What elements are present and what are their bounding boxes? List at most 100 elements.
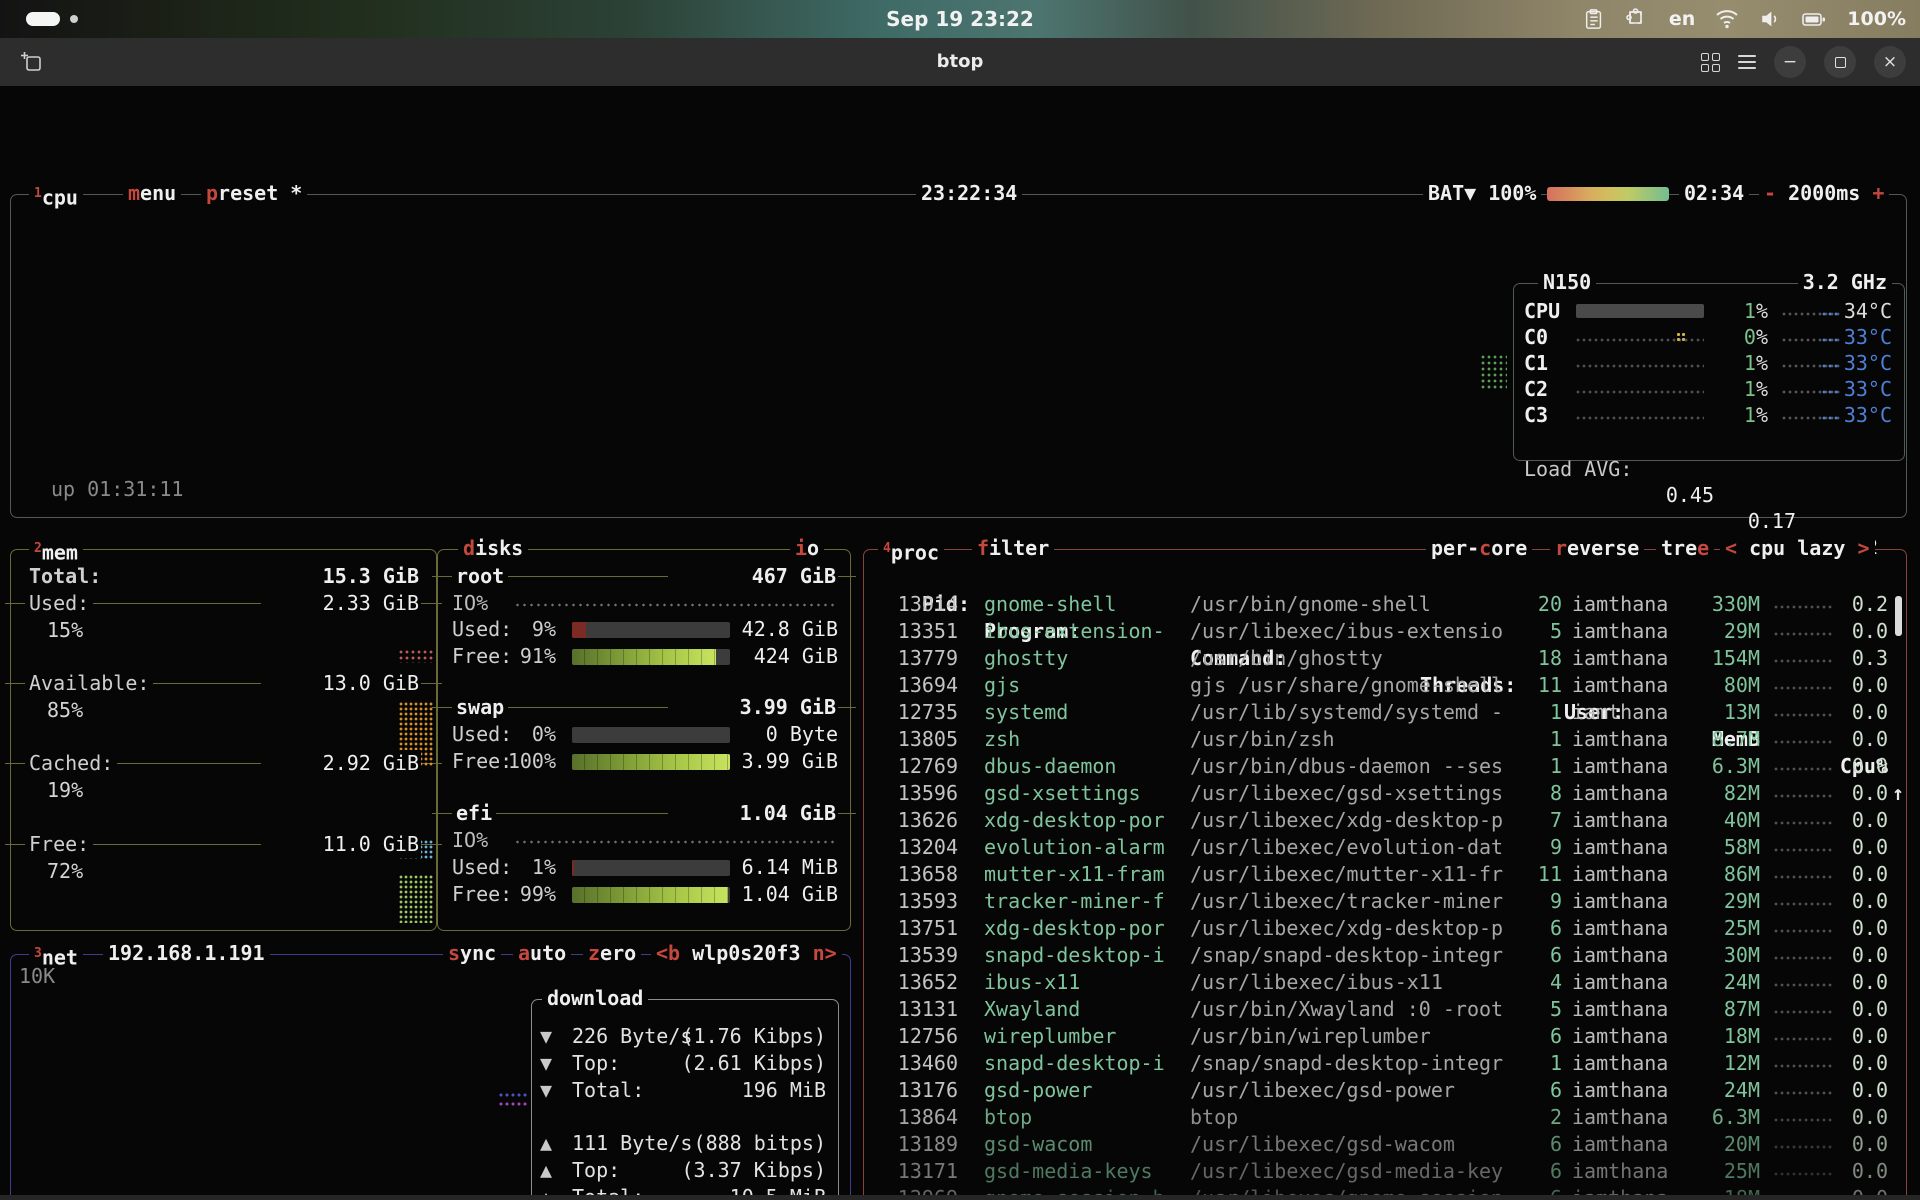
- download-stat-label: Top:: [572, 1050, 620, 1077]
- process-row[interactable]: 13596gsd-xsettings/usr/libexec/gsd-xsett…: [872, 780, 1898, 807]
- menu-hamburger-icon[interactable]: [1738, 55, 1756, 69]
- process-row[interactable]: 13460snapd-desktop-i/snap/snapd-desktop-…: [872, 1050, 1898, 1077]
- volume-icon[interactable]: [1759, 8, 1781, 30]
- cpu-core-row: C21%33°C: [1514, 376, 1904, 402]
- clipboard-icon[interactable]: [1583, 7, 1605, 31]
- process-row[interactable]: 13626xdg-desktop-por/usr/libexec/xdg-des…: [872, 807, 1898, 834]
- disk-free-percent: 100%: [498, 748, 556, 775]
- process-user: iamthana: [1572, 1077, 1668, 1104]
- process-program: ibus-x11: [984, 969, 1080, 996]
- process-command: /usr/libexec/gsd-xsettings: [1190, 780, 1503, 807]
- process-row[interactable]: 13779ghostty/usr/bin/ghostty18iamthana15…: [872, 645, 1898, 672]
- process-user: iamthana: [1572, 1131, 1668, 1158]
- process-row[interactable]: 13539snapd-desktop-i/snap/snapd-desktop-…: [872, 942, 1898, 969]
- process-user: iamthana: [1572, 807, 1668, 834]
- refresh-rate-control[interactable]: - 2000ms +: [1759, 180, 1889, 207]
- battery-icon[interactable]: [1801, 8, 1827, 30]
- process-cpu-percent: 0.0: [1808, 1077, 1888, 1104]
- process-row[interactable]: 12756wireplumber/usr/bin/wireplumber6iam…: [872, 1023, 1898, 1050]
- process-cpu-percent: 0.0: [1808, 807, 1888, 834]
- sort-column-selector[interactable]: < cpu lazy >: [1720, 535, 1875, 562]
- keyboard-layout-indicator[interactable]: en: [1669, 8, 1695, 30]
- uptime-label: up 01:31:11: [51, 476, 183, 503]
- process-threads: 1: [1482, 699, 1562, 726]
- process-row[interactable]: 13751xdg-desktop-por/usr/libexec/xdg-des…: [872, 915, 1898, 942]
- process-row[interactable]: 13171gsd-media-keys/usr/libexec/gsd-medi…: [872, 1158, 1898, 1185]
- tab-overview-icon[interactable]: [1701, 53, 1720, 72]
- download-stat-label: 226 Byte/s: [572, 1023, 692, 1050]
- process-row[interactable]: 13176gsd-power/usr/libexec/gsd-power6iam…: [872, 1077, 1898, 1104]
- process-row[interactable]: 13593tracker-miner-f/usr/libexec/tracker…: [872, 888, 1898, 915]
- process-scrollbar-thumb[interactable]: [1895, 596, 1902, 636]
- disks-box-title[interactable]: disks: [458, 535, 528, 562]
- network-ip-address: 192.168.1.191: [103, 940, 270, 967]
- mem-row: Used:2.33 GiB: [11, 590, 436, 617]
- process-pid: 13351: [872, 618, 958, 645]
- auto-button[interactable]: auto: [513, 940, 571, 967]
- interface-switcher[interactable]: <b wlp0s20f3 n>: [651, 940, 842, 967]
- process-row[interactable]: 13652ibus-x11/usr/libexec/ibus-x114iamth…: [872, 969, 1898, 996]
- process-command: /usr/libexec/ibus-extensio: [1190, 618, 1503, 645]
- process-row[interactable]: 13131Xwayland/usr/bin/Xwayland :0 -root5…: [872, 996, 1898, 1023]
- process-user: iamthana: [1572, 1158, 1668, 1185]
- preset-button[interactable]: preset *: [201, 180, 307, 207]
- disks-io-button[interactable]: io: [790, 535, 824, 562]
- process-program: mutter-x11-fram: [984, 861, 1165, 888]
- process-row[interactable]: 13805zsh/usr/bin/zsh1iamthana8.7M0.0: [872, 726, 1898, 753]
- load-average-row: Load AVG: 0.45 0.17 0.12: [1514, 430, 1904, 456]
- sync-button[interactable]: sync: [443, 940, 501, 967]
- process-memory: 82M: [1660, 780, 1760, 807]
- process-command: /usr/bin/ghostty: [1190, 645, 1383, 672]
- battery-time: 02:34: [1679, 180, 1749, 207]
- close-button[interactable]: ×: [1874, 46, 1906, 78]
- zero-button[interactable]: zero: [583, 940, 641, 967]
- process-memory: 330M: [1660, 591, 1760, 618]
- tree-button[interactable]: tree: [1656, 535, 1714, 562]
- disk-size: 1.04 GiB: [668, 800, 838, 827]
- load-avg-1m: 0.45: [1644, 482, 1714, 508]
- process-threads: 11: [1482, 672, 1562, 699]
- extensions-puzzle-icon[interactable]: [1625, 7, 1649, 31]
- process-pid: 13658: [872, 861, 958, 888]
- download-arrow-icon: ▼: [540, 1023, 552, 1050]
- process-cpu-percent: 0.0: [1808, 888, 1888, 915]
- process-row[interactable]: 12769dbus-daemon/usr/bin/dbus-daemon --s…: [872, 753, 1898, 780]
- process-box-title[interactable]: 4proc: [878, 535, 944, 567]
- process-program: Xwayland: [984, 996, 1080, 1023]
- minimize-button[interactable]: −: [1774, 46, 1806, 78]
- process-program: xdg-desktop-por: [984, 807, 1165, 834]
- maximize-button[interactable]: [1824, 46, 1856, 78]
- cpu-box-title[interactable]: 1cpu: [29, 180, 83, 212]
- memory-box-title[interactable]: 2mem: [29, 535, 83, 567]
- mem-label: Used:: [25, 590, 93, 617]
- wifi-icon[interactable]: [1715, 8, 1739, 30]
- process-memory: 18M: [1660, 1023, 1760, 1050]
- core-percent: 1%: [1710, 402, 1768, 428]
- per-core-button[interactable]: per-core: [1426, 535, 1532, 562]
- reverse-button[interactable]: reverse: [1550, 535, 1644, 562]
- process-row[interactable]: 13351ibus-extension-/usr/libexec/ibus-ex…: [872, 618, 1898, 645]
- network-box: 3net 192.168.1.191 sync auto zero <b wlp…: [10, 954, 851, 1200]
- mem-label: Free:: [25, 831, 93, 858]
- process-row[interactable]: 13864btopbtop2iamthana6.3M0.0: [872, 1104, 1898, 1131]
- menu-button[interactable]: menu: [123, 180, 181, 207]
- process-row[interactable]: 12735systemd/usr/lib/systemd/systemd -1i…: [872, 699, 1898, 726]
- process-row[interactable]: 13694gjsgjs /usr/share/gnome-shell11iamt…: [872, 672, 1898, 699]
- process-row[interactable]: 13189gsd-wacom/usr/libexec/gsd-wacom6iam…: [872, 1131, 1898, 1158]
- process-cpu-percent: 0.0: [1808, 1023, 1888, 1050]
- cpu-model-label: N150: [1538, 269, 1596, 296]
- process-cpu-percent: 0.0: [1808, 1050, 1888, 1077]
- process-command: /usr/libexec/gsd-media-key: [1190, 1158, 1503, 1185]
- process-cpu-percent: 0.0: [1808, 1104, 1888, 1131]
- process-threads: 4: [1482, 969, 1562, 996]
- disk-used-row: Used:9%42.8 GiB: [438, 616, 850, 643]
- free-mem-sparkline: [399, 875, 433, 923]
- process-row[interactable]: 13204evolution-alarm/usr/libexec/evoluti…: [872, 834, 1898, 861]
- process-threads: 5: [1482, 618, 1562, 645]
- filter-button[interactable]: filter: [972, 535, 1054, 562]
- net-scale-top: 10K: [19, 963, 55, 990]
- process-row[interactable]: 13014gnome-shell/usr/bin/gnome-shell20ia…: [872, 591, 1898, 618]
- process-command: /usr/bin/zsh: [1190, 726, 1335, 753]
- process-row[interactable]: 13658mutter-x11-fram/usr/libexec/mutter-…: [872, 861, 1898, 888]
- process-cpu-percent: 0.0: [1808, 780, 1888, 807]
